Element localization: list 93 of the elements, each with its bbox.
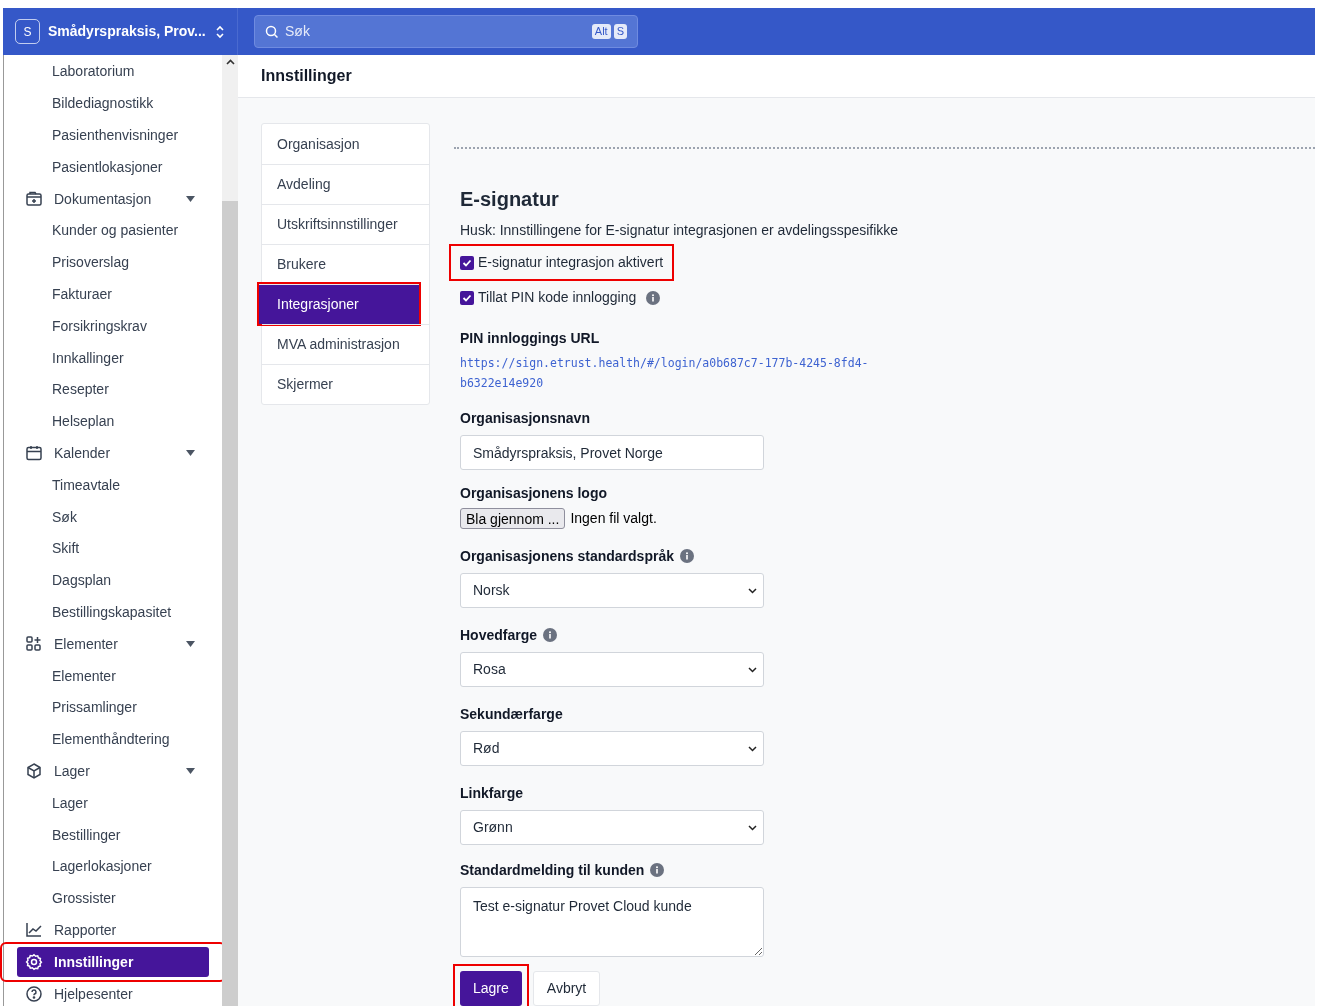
sidebar-item[interactable]: Grossister xyxy=(4,882,222,915)
sidebar-item[interactable]: Bestillinger xyxy=(4,819,222,851)
settings-tab[interactable]: Skjermer xyxy=(262,364,429,404)
search-field[interactable]: Søk xyxy=(285,21,586,42)
field-label: Linkfarge xyxy=(460,783,523,803)
section-note: Husk: Innstillingene for E-signatur integrasjonen er avdelingsspesifikke xyxy=(460,221,900,240)
sidebar-item[interactable]: Dagsplan xyxy=(4,564,222,597)
sidebar-item[interactable]: Helseplan xyxy=(4,405,222,438)
search-box[interactable]: Søk Alt S xyxy=(254,15,638,48)
checkmark-icon xyxy=(462,292,472,303)
settings-tab[interactable]: Utskriftsinnstillinger xyxy=(262,204,429,244)
sidebar-item[interactable]: Laboratorium xyxy=(4,56,222,88)
dropdown[interactable]: Rosa xyxy=(460,652,764,687)
message-field[interactable]: Test e-signatur Provet Cloud kunde xyxy=(460,887,764,957)
chevron-down-icon xyxy=(748,745,757,752)
sidebar-item[interactable]: Resepter xyxy=(4,373,222,406)
info-icon xyxy=(679,549,694,563)
sidebar-item[interactable]: Bestillingskapasitet xyxy=(4,596,222,629)
sidebar-group[interactable]: Kalender xyxy=(17,438,209,469)
sidebar-item[interactable]: Lagerlokasjoner xyxy=(4,850,222,883)
sidebar-link[interactable]: Innstillinger xyxy=(17,947,209,978)
org-avatar: S xyxy=(15,19,40,44)
field-label: Hovedfarge xyxy=(460,625,538,645)
field-label: Organisasjonens standardspråk xyxy=(460,546,674,566)
checkbox[interactable] xyxy=(460,290,474,305)
chevron-down-icon xyxy=(748,587,757,594)
caret-icon xyxy=(186,450,195,457)
help-icon xyxy=(25,985,43,1003)
file-status: Ingen fil valgt. xyxy=(570,509,657,528)
sidebar-group[interactable]: Lager xyxy=(17,756,209,787)
sidebar-item[interactable]: Elementhåndtering xyxy=(4,723,222,756)
settings-tab[interactable]: MVA administrasjon xyxy=(262,324,429,364)
field-label: Organisasjonsnavn xyxy=(460,408,590,428)
sidebar-group[interactable]: Dokumentasjon xyxy=(17,184,209,215)
grid-plus-icon xyxy=(25,635,43,654)
field-label: Standardmelding til kunden xyxy=(460,860,645,880)
sidebar-item[interactable]: Timeavtale xyxy=(4,469,222,502)
folder-icon xyxy=(25,190,43,209)
sidebar-item[interactable]: Lager xyxy=(4,787,222,820)
checkbox[interactable] xyxy=(460,255,474,270)
caret-icon xyxy=(186,196,195,203)
browse-button[interactable]: Bla gjennom ... xyxy=(460,508,566,529)
info-icon xyxy=(650,863,665,877)
checkmark-icon xyxy=(462,257,472,268)
scrollbar[interactable] xyxy=(222,55,238,1006)
calendar-icon xyxy=(25,444,43,463)
chevron-down-icon xyxy=(748,824,757,831)
scroll-up-icon[interactable] xyxy=(225,59,235,65)
dropdown[interactable]: Grønn xyxy=(460,810,764,845)
search-icon xyxy=(265,24,279,39)
sidebar-item[interactable]: Innkallinger xyxy=(4,342,222,374)
sidebar-item[interactable]: Forsikringskrav xyxy=(4,310,222,343)
chevron-up-down-icon xyxy=(215,24,225,39)
dropdown[interactable]: Norsk xyxy=(460,573,764,608)
sidebar-item[interactable]: Bildediagnostikk xyxy=(4,87,222,120)
shortcut-key: S xyxy=(613,24,627,39)
cancel-button[interactable]: Avbryt xyxy=(532,971,601,1006)
field-label: Organisasjonens logo xyxy=(460,483,608,503)
pin-login-url[interactable]: https://sign.etrust.health/#/login/a0b687c7-177b-4245-8fd4-b6322e14e920 xyxy=(460,353,880,393)
box-icon xyxy=(25,762,43,781)
dropdown[interactable]: Rød xyxy=(460,731,764,766)
org-name-field[interactable]: Smådyrspraksis, Provet Norge xyxy=(460,435,764,470)
section-title: E-signatur xyxy=(460,187,560,211)
settings-tab[interactable]: Organisasjon xyxy=(262,124,429,164)
caret-icon xyxy=(186,641,195,648)
sidebar-item[interactable]: Elementer xyxy=(4,660,222,692)
page-title: Innstillinger xyxy=(261,66,352,86)
org-switcher[interactable]: Smådyrspraksis, Prov... xyxy=(48,21,207,42)
sidebar-item[interactable]: Fakturaer xyxy=(4,278,222,311)
checkbox-label: Tillat PIN kode innlogging xyxy=(478,288,637,307)
sidebar-item[interactable]: Prisoverslag xyxy=(4,246,222,279)
checkbox-label: E-signatur integrasjon aktivert xyxy=(478,253,664,272)
settings-icon xyxy=(25,953,43,972)
sidebar-item[interactable]: Skift xyxy=(4,532,222,565)
sidebar-item[interactable]: Kunder og pasienter xyxy=(4,215,222,247)
info-icon xyxy=(543,628,558,642)
save-button[interactable]: Lagre xyxy=(460,971,522,1006)
field-label: PIN innloggings URL xyxy=(460,328,600,348)
sidebar-item[interactable]: Pasienthenvisninger xyxy=(4,119,222,152)
field-label: Sekundærfarge xyxy=(460,704,563,724)
chart-icon xyxy=(25,921,43,940)
settings-tab[interactable]: Avdeling xyxy=(262,164,429,204)
sidebar-item[interactable]: Pasientlokasjoner xyxy=(4,151,222,184)
sidebar-item[interactable]: Prissamlinger xyxy=(4,691,222,724)
sidebar-link[interactable]: Rapporter xyxy=(17,915,209,946)
sidebar-item[interactable]: Søk xyxy=(4,501,222,533)
info-icon xyxy=(646,290,661,305)
chevron-down-icon xyxy=(748,666,757,673)
shortcut-key: Alt xyxy=(591,24,611,39)
sidebar-link[interactable]: Hjelpesenter xyxy=(17,979,209,1006)
caret-icon xyxy=(186,768,195,775)
settings-tab[interactable]: Integrasjoner xyxy=(259,284,419,324)
sidebar-group[interactable]: Elementer xyxy=(17,629,209,660)
